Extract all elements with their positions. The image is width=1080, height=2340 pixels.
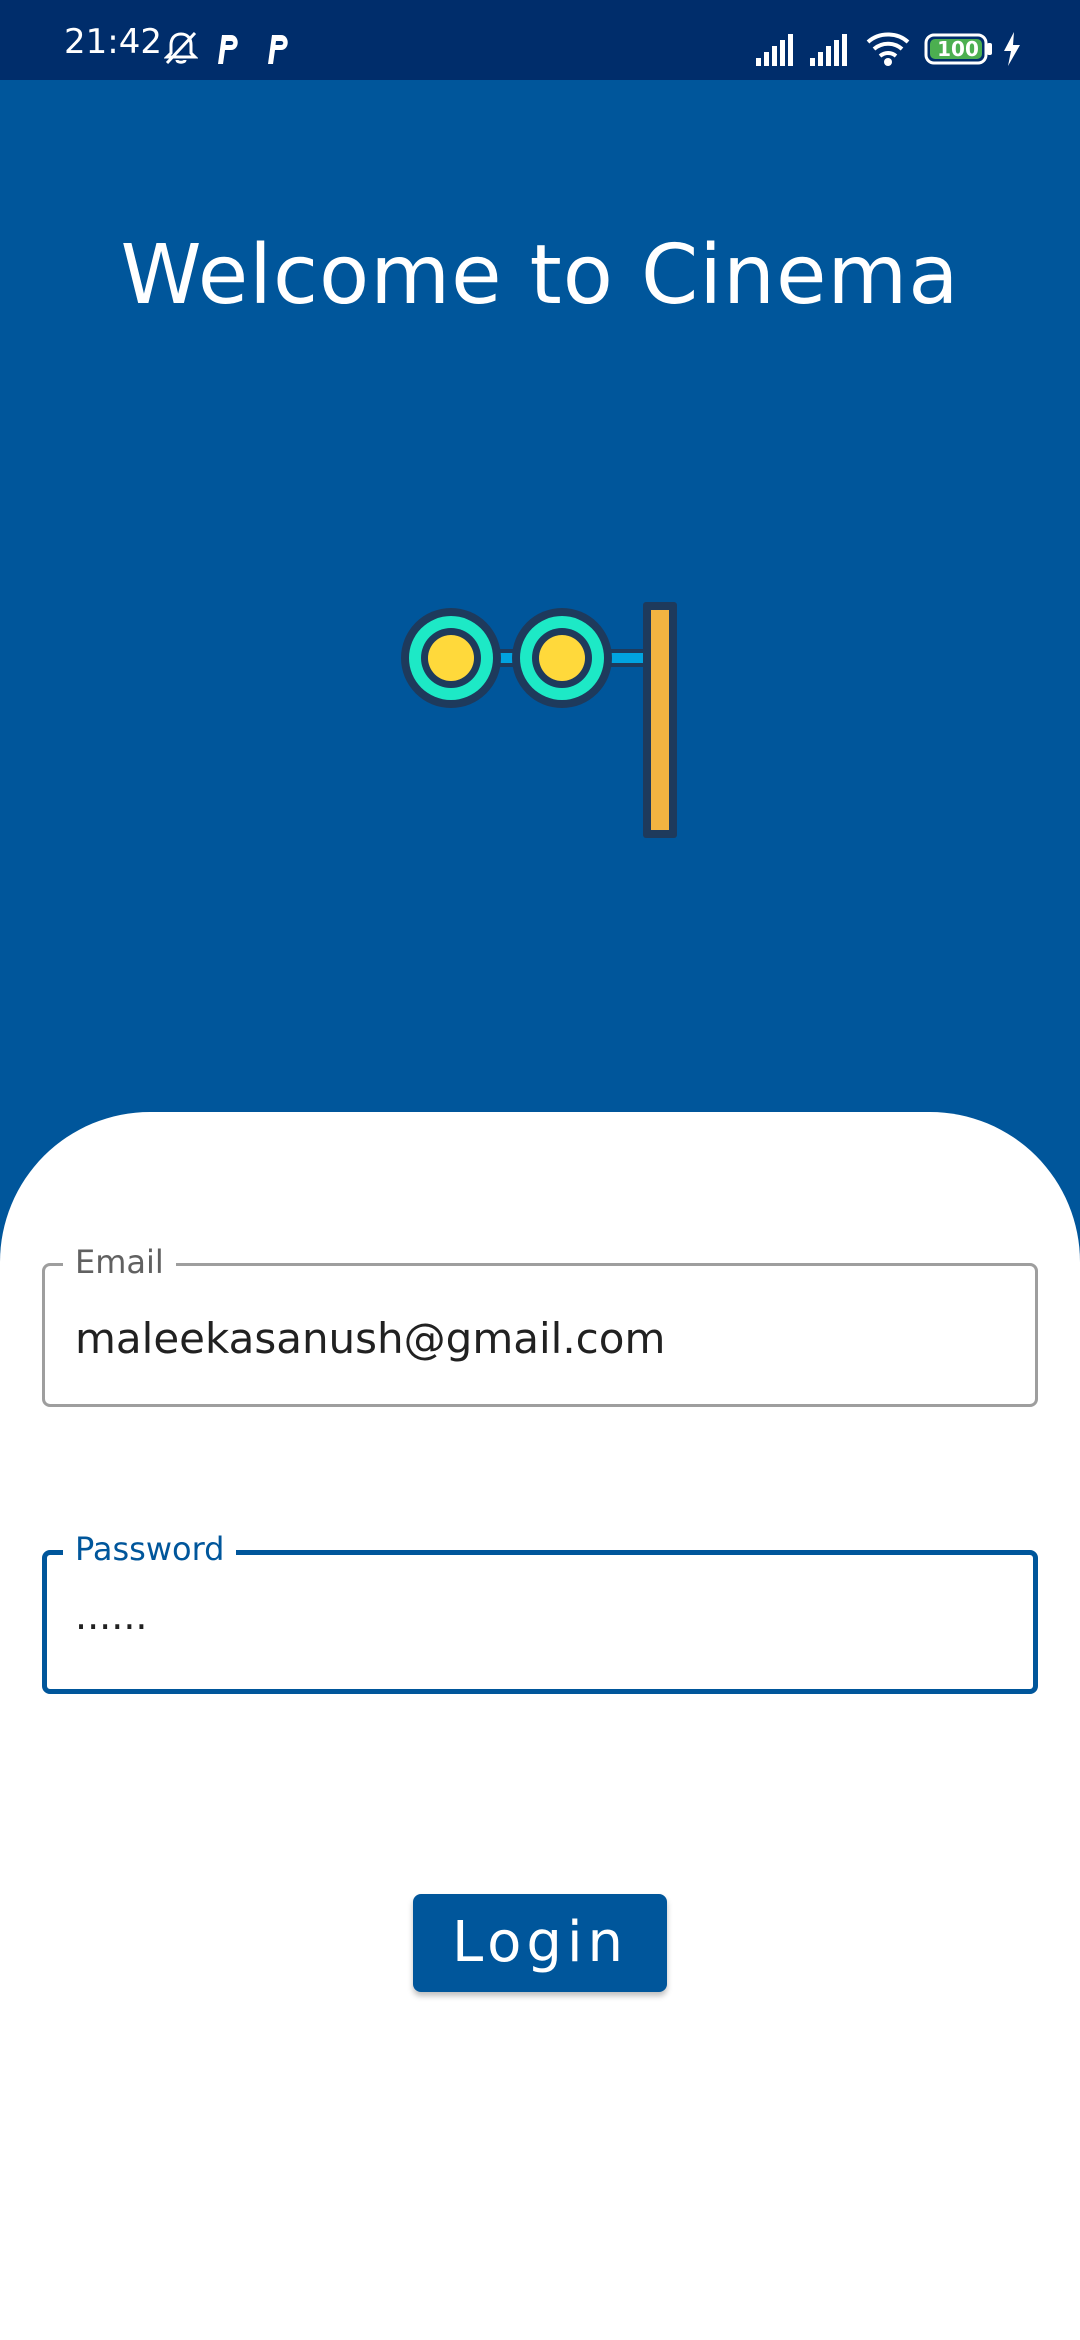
parking-icon xyxy=(268,35,288,64)
battery-level: 100 xyxy=(937,37,979,61)
status-bar: 21:42 100 xyxy=(0,0,1080,80)
signal-icon xyxy=(756,34,793,66)
email-field[interactable]: Email maleekasanush@gmail.com xyxy=(42,1242,1038,1407)
status-time: 21:42 xyxy=(64,22,162,62)
signal-icon xyxy=(810,34,847,66)
bell-off-icon xyxy=(164,31,198,65)
password-label: Password xyxy=(63,1529,237,1569)
password-input[interactable]: ...... xyxy=(75,1591,147,1641)
login-button[interactable]: Login xyxy=(413,1894,667,1992)
charging-icon xyxy=(1004,32,1020,66)
password-field[interactable]: Password ...... xyxy=(42,1529,1038,1694)
email-input[interactable]: maleekasanush@gmail.com xyxy=(75,1314,665,1364)
parking-icon xyxy=(218,35,238,64)
traffic-signal-icon xyxy=(401,602,677,838)
page-title: Welcome to Cinema xyxy=(120,228,960,323)
wifi-icon xyxy=(866,32,910,66)
email-label: Email xyxy=(63,1242,176,1282)
